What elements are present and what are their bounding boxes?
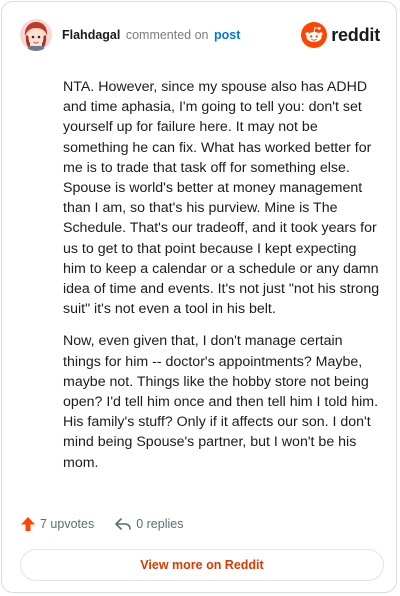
reply-button[interactable]: 0 replies bbox=[114, 516, 183, 532]
action-text: commented on bbox=[125, 28, 209, 42]
reddit-brand[interactable]: reddit bbox=[301, 22, 380, 48]
username-link[interactable]: Flahdagal bbox=[62, 28, 120, 42]
upvote-button[interactable]: 7 upvotes bbox=[20, 516, 94, 532]
reddit-wordmark: reddit bbox=[331, 24, 380, 45]
replies-count: 0 replies bbox=[136, 517, 184, 531]
comment-paragraph: NTA. However, since my spouse also has A… bbox=[63, 79, 380, 318]
reply-icon bbox=[115, 518, 132, 530]
comment-paragraph: Now, even given that, I don't manage cer… bbox=[63, 333, 379, 471]
upvote-arrow-icon bbox=[21, 517, 35, 531]
comment-embed-card: Flahdagal commented on post reddit NTA. … bbox=[1, 1, 397, 593]
comment-header: Flahdagal commented on post reddit bbox=[20, 17, 380, 53]
comment-actions: 7 upvotes 0 replies bbox=[20, 513, 203, 535]
post-link[interactable]: post bbox=[214, 28, 240, 42]
comment-body: NTA. However, since my spouse also has A… bbox=[63, 77, 381, 485]
upvotes-count: 7 upvotes bbox=[40, 517, 95, 531]
view-more-button[interactable]: View more on Reddit bbox=[20, 549, 384, 581]
comment-meta: Flahdagal commented on post bbox=[62, 28, 240, 42]
avatar[interactable] bbox=[20, 19, 52, 51]
reddit-logo-icon bbox=[301, 22, 328, 48]
